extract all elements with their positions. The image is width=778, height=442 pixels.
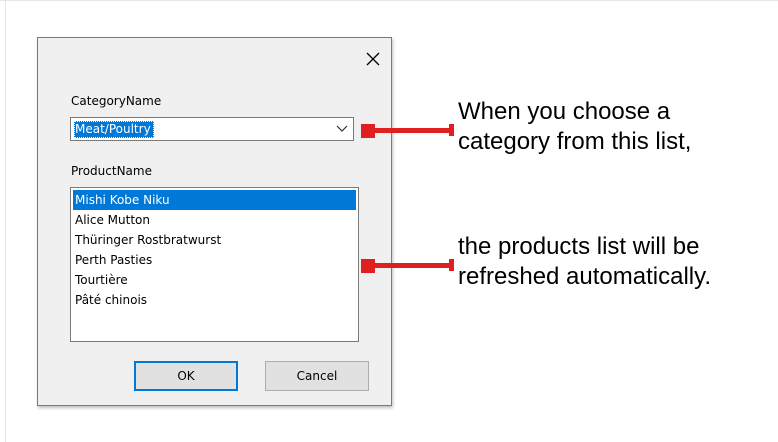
- page-frame-top: [0, 0, 778, 1]
- ok-button[interactable]: OK: [134, 361, 238, 391]
- list-item[interactable]: Perth Pasties: [73, 250, 356, 270]
- annotation-note-top-line1: When you choose a: [458, 98, 671, 125]
- annotation-note-top: When you choose a category from this lis…: [458, 97, 691, 157]
- product-label: ProductName: [71, 164, 152, 178]
- close-icon: [366, 52, 380, 66]
- list-item[interactable]: Alice Mutton: [73, 210, 356, 230]
- list-item[interactable]: Pâté chinois: [73, 290, 356, 310]
- category-label: CategoryName: [71, 94, 162, 108]
- annotation-note-top-line2: category from this list,: [458, 128, 692, 155]
- connector-line-top-horizontal: [374, 128, 454, 133]
- connector-dot-top: [361, 124, 375, 138]
- category-combobox-value: Meat/Poultry: [74, 121, 154, 138]
- page-frame-left: [5, 0, 6, 442]
- annotation-note-bottom-line2: refreshed automatically.: [458, 263, 712, 290]
- close-button[interactable]: [356, 45, 390, 73]
- list-item[interactable]: Thüringer Rostbratwurst: [73, 230, 356, 250]
- connector-line-bottom-vertical: [449, 259, 454, 271]
- connector-line-bottom-horizontal: [374, 263, 454, 268]
- product-listbox[interactable]: Mishi Kobe Niku Alice Mutton Thüringer R…: [70, 187, 359, 342]
- annotation-note-bottom-line1: the products list will be: [458, 233, 700, 260]
- chevron-down-icon[interactable]: [335, 123, 349, 135]
- connector-line-top-vertical: [449, 124, 454, 136]
- cancel-button[interactable]: Cancel: [265, 361, 369, 391]
- category-combobox[interactable]: Meat/Poultry: [70, 117, 354, 141]
- list-item[interactable]: Mishi Kobe Niku: [73, 190, 356, 210]
- list-item[interactable]: Tourtière: [73, 270, 356, 290]
- connector-dot-bottom: [361, 259, 375, 273]
- annotation-note-bottom: the products list will be refreshed auto…: [458, 232, 711, 292]
- select-product-dialog: CategoryName Meat/Poultry ProductName Mi…: [37, 37, 392, 406]
